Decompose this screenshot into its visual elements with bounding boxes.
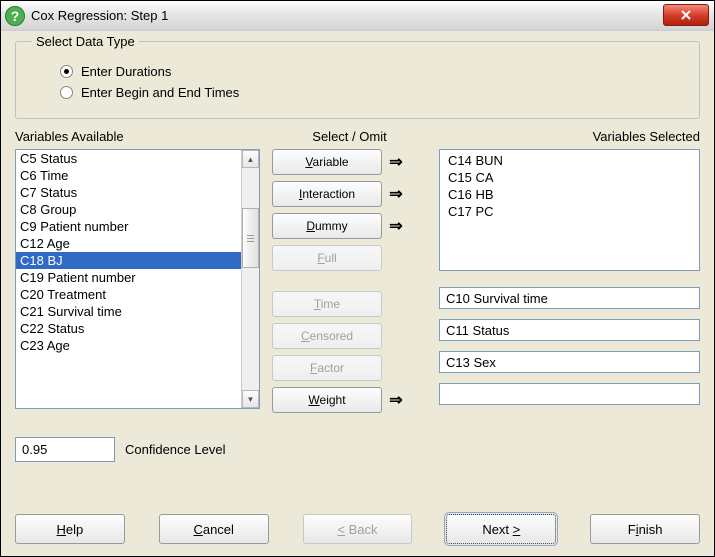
full-button: Full <box>272 245 382 271</box>
content-area: Select Data Type Enter Durations Enter B… <box>1 31 714 472</box>
next-button[interactable]: Next > <box>446 514 556 544</box>
dummy-button[interactable]: Dummy <box>272 213 382 239</box>
radio-icon <box>60 86 73 99</box>
data-type-group-label: Select Data Type <box>32 34 139 49</box>
confidence-label: Confidence Level <box>125 442 225 457</box>
list-item[interactable]: C6 Time <box>16 167 241 184</box>
list-item[interactable]: C23 Age <box>16 337 241 354</box>
list-item[interactable]: C18 BJ <box>16 252 241 269</box>
list-item[interactable]: C15 CA <box>444 169 695 186</box>
radio-label: Enter Durations <box>81 64 171 79</box>
arrow-icon: ⇒ <box>386 184 406 204</box>
arrow-icon: ⇒ <box>386 216 406 236</box>
dialog-window: ? Cox Regression: Step 1 Select Data Typ… <box>0 0 715 557</box>
list-item[interactable]: C17 PC <box>444 203 695 220</box>
back-button: < Back <box>303 514 413 544</box>
censored-field[interactable] <box>439 319 700 341</box>
data-type-group: Select Data Type Enter Durations Enter B… <box>15 41 700 119</box>
scroll-down-button[interactable]: ▼ <box>242 390 259 408</box>
scroll-up-button[interactable]: ▲ <box>242 150 259 168</box>
available-listbox[interactable]: C5 StatusC6 TimeC7 StatusC8 GroupC9 Pati… <box>16 150 241 408</box>
close-button[interactable] <box>663 4 709 26</box>
factor-button: Factor <box>272 355 382 381</box>
available-listbox-wrap: C5 StatusC6 TimeC7 StatusC8 GroupC9 Pati… <box>15 149 260 409</box>
button-bar: Help Cancel < Back Next > Finish <box>15 514 700 544</box>
finish-button[interactable]: Finish <box>590 514 700 544</box>
radio-enter-durations[interactable]: Enter Durations <box>60 64 689 79</box>
list-item[interactable]: C8 Group <box>16 201 241 218</box>
confidence-row: Confidence Level <box>15 437 700 462</box>
list-item[interactable]: C20 Treatment <box>16 286 241 303</box>
radio-label: Enter Begin and End Times <box>81 85 239 100</box>
column-selected: Variables Selected C14 BUNC15 CAC16 HBC1… <box>439 129 700 419</box>
weight-button[interactable]: Weight <box>272 387 382 413</box>
time-field[interactable] <box>439 287 700 309</box>
radio-icon <box>60 65 73 78</box>
scroll-track[interactable] <box>242 168 259 390</box>
window-title: Cox Regression: Step 1 <box>31 8 168 23</box>
list-item[interactable]: C12 Age <box>16 235 241 252</box>
scroll-thumb[interactable] <box>242 208 259 268</box>
titlebar: ? Cox Regression: Step 1 <box>1 1 714 31</box>
help-button[interactable]: Help <box>15 514 125 544</box>
list-item[interactable]: C7 Status <box>16 184 241 201</box>
arrow-icon: ⇒ <box>386 390 406 410</box>
list-item[interactable]: C5 Status <box>16 150 241 167</box>
list-item[interactable]: C9 Patient number <box>16 218 241 235</box>
radio-enter-begin-end[interactable]: Enter Begin and End Times <box>60 85 689 100</box>
list-item[interactable]: C16 HB <box>444 186 695 203</box>
selected-label: Variables Selected <box>439 129 700 147</box>
list-item[interactable]: C21 Survival time <box>16 303 241 320</box>
list-item[interactable]: C22 Status <box>16 320 241 337</box>
censored-button: Censored <box>272 323 382 349</box>
close-icon <box>680 9 692 21</box>
interaction-button[interactable]: Interaction <box>272 181 382 207</box>
variable-button[interactable]: Variable <box>272 149 382 175</box>
time-button: Time <box>272 291 382 317</box>
column-available: Variables Available C5 StatusC6 TimeC7 S… <box>15 129 260 419</box>
select-omit-label: Select / Omit <box>272 129 427 147</box>
list-item[interactable]: C14 BUN <box>444 152 695 169</box>
factor-field[interactable] <box>439 351 700 373</box>
help-icon: ? <box>5 6 25 26</box>
weight-field[interactable] <box>439 383 700 405</box>
selected-listbox[interactable]: C14 BUNC15 CAC16 HBC17 PC <box>439 149 700 271</box>
main-area: Variables Available C5 StatusC6 TimeC7 S… <box>15 129 700 419</box>
arrow-icon: ⇒ <box>386 152 406 172</box>
scrollbar[interactable]: ▲ ▼ <box>241 150 259 408</box>
available-label: Variables Available <box>15 129 260 147</box>
list-item[interactable]: C19 Patient number <box>16 269 241 286</box>
column-middle: Select / Omit Variable ⇒ Interaction ⇒ D… <box>272 129 427 419</box>
confidence-input[interactable] <box>15 437 115 462</box>
cancel-button[interactable]: Cancel <box>159 514 269 544</box>
